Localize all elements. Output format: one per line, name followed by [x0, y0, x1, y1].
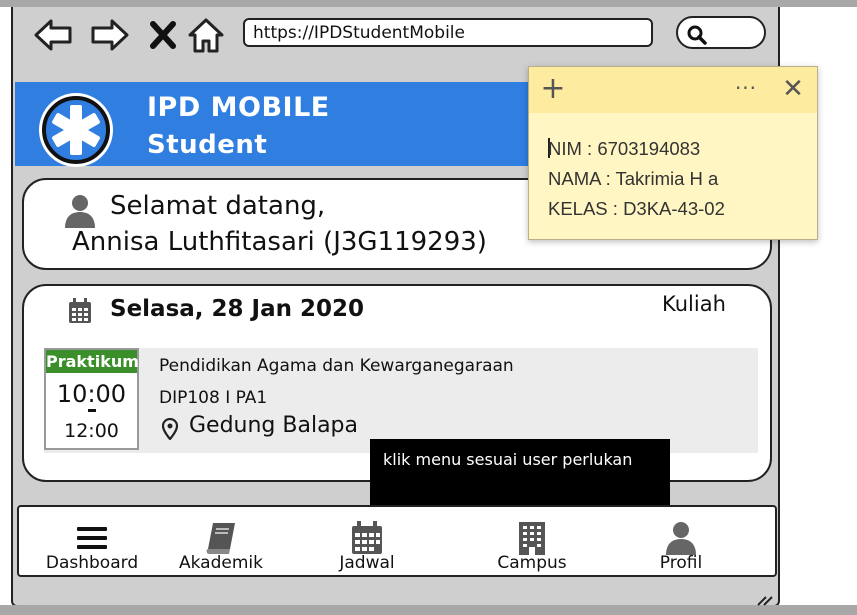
sticky-note-body[interactable]: NIM : 6703194083 NAMA : Takrimia H a KEL… — [548, 134, 725, 224]
app-title: IPD MOBILE — [147, 92, 330, 123]
class-start-time: 10:00 — [56, 380, 127, 408]
window-bottom-strip — [0, 605, 857, 615]
browser-search-field[interactable] — [676, 16, 766, 49]
course-name: Pendidikan Agama dan Kewarganegaraan — [159, 356, 514, 376]
nav-item-campus[interactable]: Campus — [479, 517, 585, 577]
class-location: Gedung Balapa — [189, 413, 359, 438]
sticky-line-nama: NAMA : Takrimia H a — [548, 168, 719, 189]
search-icon — [687, 25, 707, 45]
nav-item-dashboard[interactable]: Dashboard — [39, 517, 145, 577]
window-top-strip — [0, 0, 857, 7]
building-icon — [519, 522, 545, 555]
bottom-navigation: Dashboard Akademik Jadwal Campus Profil — [17, 505, 777, 577]
user-icon — [65, 195, 95, 228]
location-pin-icon — [162, 418, 178, 440]
add-note-icon[interactable]: + — [539, 74, 567, 104]
welcome-greeting: Selamat datang, — [110, 191, 326, 221]
sticky-note-toolbar: + ··· ✕ — [529, 67, 817, 113]
class-item[interactable]: Praktikum 10:00 12:00 Pendidikan Agama d… — [44, 348, 758, 453]
sticky-line-nim: NIM : 6703194083 — [548, 138, 701, 159]
nav-label-profil: Profil — [659, 553, 703, 573]
student-name: Annisa Luthfitasari (J3G119293) — [72, 227, 487, 257]
user-icon — [666, 522, 696, 555]
close-icon[interactable]: ✕ — [779, 75, 807, 103]
home-icon[interactable] — [186, 15, 226, 55]
calendar-icon — [69, 298, 91, 323]
nav-item-profil[interactable]: Profil — [637, 517, 725, 577]
nav-item-akademik[interactable]: Akademik — [169, 517, 273, 577]
back-arrow-icon[interactable] — [33, 15, 73, 55]
forward-arrow-icon[interactable] — [90, 15, 130, 55]
hamburger-icon — [77, 527, 107, 549]
nav-item-jadwal[interactable]: Jadwal — [313, 517, 421, 577]
time-divider — [88, 409, 96, 412]
app-subtitle: Student — [147, 130, 268, 160]
resize-grip-icon[interactable] — [748, 594, 776, 606]
book-icon — [206, 523, 235, 554]
class-time-box: Praktikum 10:00 12:00 — [44, 348, 139, 450]
close-x-icon[interactable] — [143, 15, 183, 55]
calendar-icon — [352, 521, 382, 554]
schedule-date: Selasa, 28 Jan 2020 — [110, 296, 365, 322]
sticky-note[interactable]: + ··· ✕ NIM : 6703194083 NAMA : Takrimia… — [528, 66, 818, 240]
hint-tooltip: klik menu sesuai user perlukan — [370, 439, 670, 505]
nav-label-dashboard: Dashboard — [45, 553, 139, 573]
class-type-tag: Praktikum — [46, 350, 139, 373]
medical-star-logo-icon — [39, 93, 113, 167]
class-end-time: 12:00 — [64, 420, 119, 442]
schedule-type: Kuliah — [662, 292, 726, 316]
address-bar[interactable]: https://IPDStudentMobile — [243, 18, 653, 47]
nav-label-akademik: Akademik — [179, 553, 263, 573]
nav-label-campus: Campus — [497, 553, 567, 573]
more-options-icon[interactable]: ··· — [731, 75, 761, 103]
course-code: DIP108 I PA1 — [159, 388, 268, 408]
sticky-line-kelas: KELAS : D3KA-43-02 — [548, 198, 725, 219]
nav-label-jadwal: Jadwal — [339, 553, 395, 573]
